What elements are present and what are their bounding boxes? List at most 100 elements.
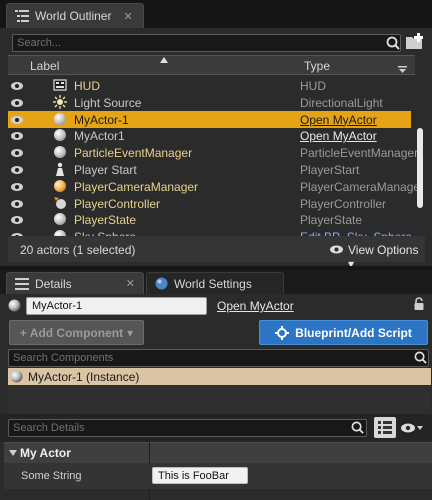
blueprint-add-script-button[interactable]: Blueprint/Add Script	[259, 320, 428, 345]
player-start-icon	[53, 162, 67, 176]
outliner-row-type: PlayerState	[300, 213, 363, 228]
outliner-row-type: PlayerCameraManage	[300, 179, 421, 194]
column-options-icon[interactable]	[398, 66, 407, 73]
actor-sphere-icon	[10, 370, 23, 383]
outliner-row[interactable]: MyActor-1 Open MyActor	[8, 110, 411, 128]
outliner-row[interactable]: PlayerCameraManager PlayerCameraManage	[8, 178, 420, 195]
tab-details[interactable]: Details ✕	[6, 272, 144, 294]
outliner-row-label: PlayerCameraManager	[74, 179, 199, 194]
close-icon[interactable]: ✕	[123, 10, 132, 23]
actor-name-field[interactable]: MyActor-1	[26, 297, 207, 315]
light-icon	[53, 94, 67, 109]
search-icon[interactable]	[414, 351, 427, 364]
outliner-row[interactable]: Light Source DirectionalLight	[8, 94, 411, 111]
outliner-row-type[interactable]: Open MyActor	[300, 129, 377, 143]
outliner-row-label: MyActor-1	[74, 112, 129, 127]
search-components-input[interactable]: Search Components	[8, 349, 429, 367]
outliner-row-type: DirectionalLight	[300, 95, 383, 110]
search-details-placeholder: Search Details	[13, 422, 85, 434]
property-name: Some String	[21, 470, 82, 482]
add-component-label: + Add Component	[19, 325, 124, 340]
outliner-row[interactable]: MyActor1 Open MyActor	[8, 127, 411, 144]
some-string-value: This is FooBar	[158, 470, 229, 482]
search-icon[interactable]	[351, 421, 364, 434]
search-components-placeholder: Search Components	[13, 352, 114, 364]
category-my-actor[interactable]: My Actor	[4, 442, 432, 463]
visibility-eye-icon[interactable]	[11, 164, 23, 174]
open-actor-link[interactable]: Open MyActor	[217, 299, 294, 313]
sphere-icon	[53, 128, 67, 142]
tab-world-outliner[interactable]: World Outliner ✕	[6, 3, 144, 28]
column-label[interactable]: Label	[30, 59, 59, 73]
outliner-row[interactable]: ParticleEventManager ParticleEventManager	[8, 144, 418, 161]
outliner-row[interactable]: Player Start PlayerStart	[8, 161, 411, 178]
outliner-row-label: Player Start	[74, 163, 137, 177]
visibility-eye-icon[interactable]	[11, 80, 23, 90]
outliner-tab-strip: World Outliner ✕	[0, 0, 432, 28]
outliner-row-type: PlayerStart	[300, 163, 360, 177]
visibility-eye-icon[interactable]	[11, 147, 23, 158]
outliner-row-type: ParticleEventManager	[300, 146, 419, 161]
details-tab-strip: Details ✕ World Settings	[0, 270, 432, 294]
controller-icon	[53, 196, 67, 210]
visibility-eye-icon[interactable]	[11, 114, 23, 124]
outliner-row[interactable]: PlayerState PlayerState	[8, 211, 411, 228]
view-options-eye-icon[interactable]	[401, 423, 423, 433]
details-list-icon	[15, 277, 29, 290]
view-options-label: View Options	[348, 243, 419, 257]
outliner-row-type[interactable]: Open MyActor	[300, 113, 377, 127]
some-string-field[interactable]: This is FooBar	[152, 467, 248, 484]
outliner-search-placeholder: Search...	[17, 37, 62, 49]
component-instance-label: MyActor-1 (Instance)	[28, 370, 140, 384]
add-component-button[interactable]: + Add Component ▾	[9, 320, 144, 345]
visibility-eye-icon[interactable]	[11, 198, 23, 208]
sphere-orange-icon	[53, 179, 67, 193]
property-matrix-button[interactable]	[374, 417, 396, 438]
grid-icon	[378, 421, 392, 434]
outliner-footer: 20 actors (1 selected) View Options ▾	[8, 236, 425, 271]
outliner-row-label: ParticleEventManager	[74, 146, 193, 161]
blueprint-icon	[275, 325, 290, 340]
sphere-icon	[53, 212, 67, 226]
outliner-row-label: MyActor1	[74, 129, 125, 144]
component-tree-empty	[8, 385, 431, 414]
outliner-row[interactable]: PlayerController PlayerController	[8, 195, 411, 212]
globe-icon	[155, 277, 168, 290]
chevron-down-icon: ▾	[127, 325, 134, 340]
outliner-row-label: PlayerState	[74, 213, 137, 228]
outliner-row-label: PlayerController	[74, 196, 161, 211]
sphere-icon	[53, 145, 67, 159]
create-folder-icon[interactable]	[405, 33, 425, 51]
actor-count-status: 20 actors (1 selected)	[20, 243, 136, 257]
sort-ascending-icon[interactable]	[160, 57, 168, 63]
outliner-row-label: HUD	[74, 79, 100, 93]
actor-sphere-icon	[8, 299, 21, 312]
outliner-row-type: PlayerController	[300, 196, 387, 211]
tab-world-outliner-label: World Outliner	[35, 9, 112, 23]
outliner-column-header: Label Type	[8, 55, 415, 75]
visibility-eye-icon[interactable]	[11, 130, 23, 141]
search-details-input[interactable]: Search Details	[8, 419, 367, 437]
visibility-eye-icon[interactable]	[11, 97, 23, 107]
category-title: My Actor	[20, 446, 71, 460]
outliner-row[interactable]: HUD HUD	[8, 77, 411, 94]
component-instance-row[interactable]: MyActor-1 (Instance)	[8, 368, 431, 385]
tab-world-settings-label: World Settings	[174, 276, 252, 291]
outliner-scrollbar-thumb[interactable]	[417, 128, 423, 208]
tab-world-settings[interactable]: World Settings	[146, 272, 284, 294]
outliner-search-input[interactable]: Search...	[12, 34, 401, 52]
blueprint-add-script-label: Blueprint/Add Script	[295, 325, 412, 340]
actor-name-value: MyActor-1	[32, 300, 83, 312]
column-type[interactable]: Type	[304, 59, 330, 73]
collapse-arrow-icon	[9, 450, 17, 456]
lock-icon[interactable]	[413, 297, 425, 311]
hud-icon	[53, 78, 67, 92]
visibility-eye-icon[interactable]	[11, 181, 23, 191]
visibility-eye-icon[interactable]	[11, 214, 23, 225]
tab-details-label: Details	[35, 276, 72, 291]
outliner-list-icon	[15, 10, 29, 22]
outliner-row-label: Light Source	[74, 95, 142, 110]
outliner-row-type: HUD	[300, 79, 326, 93]
close-icon[interactable]: ✕	[126, 277, 135, 290]
search-icon[interactable]	[386, 36, 400, 50]
